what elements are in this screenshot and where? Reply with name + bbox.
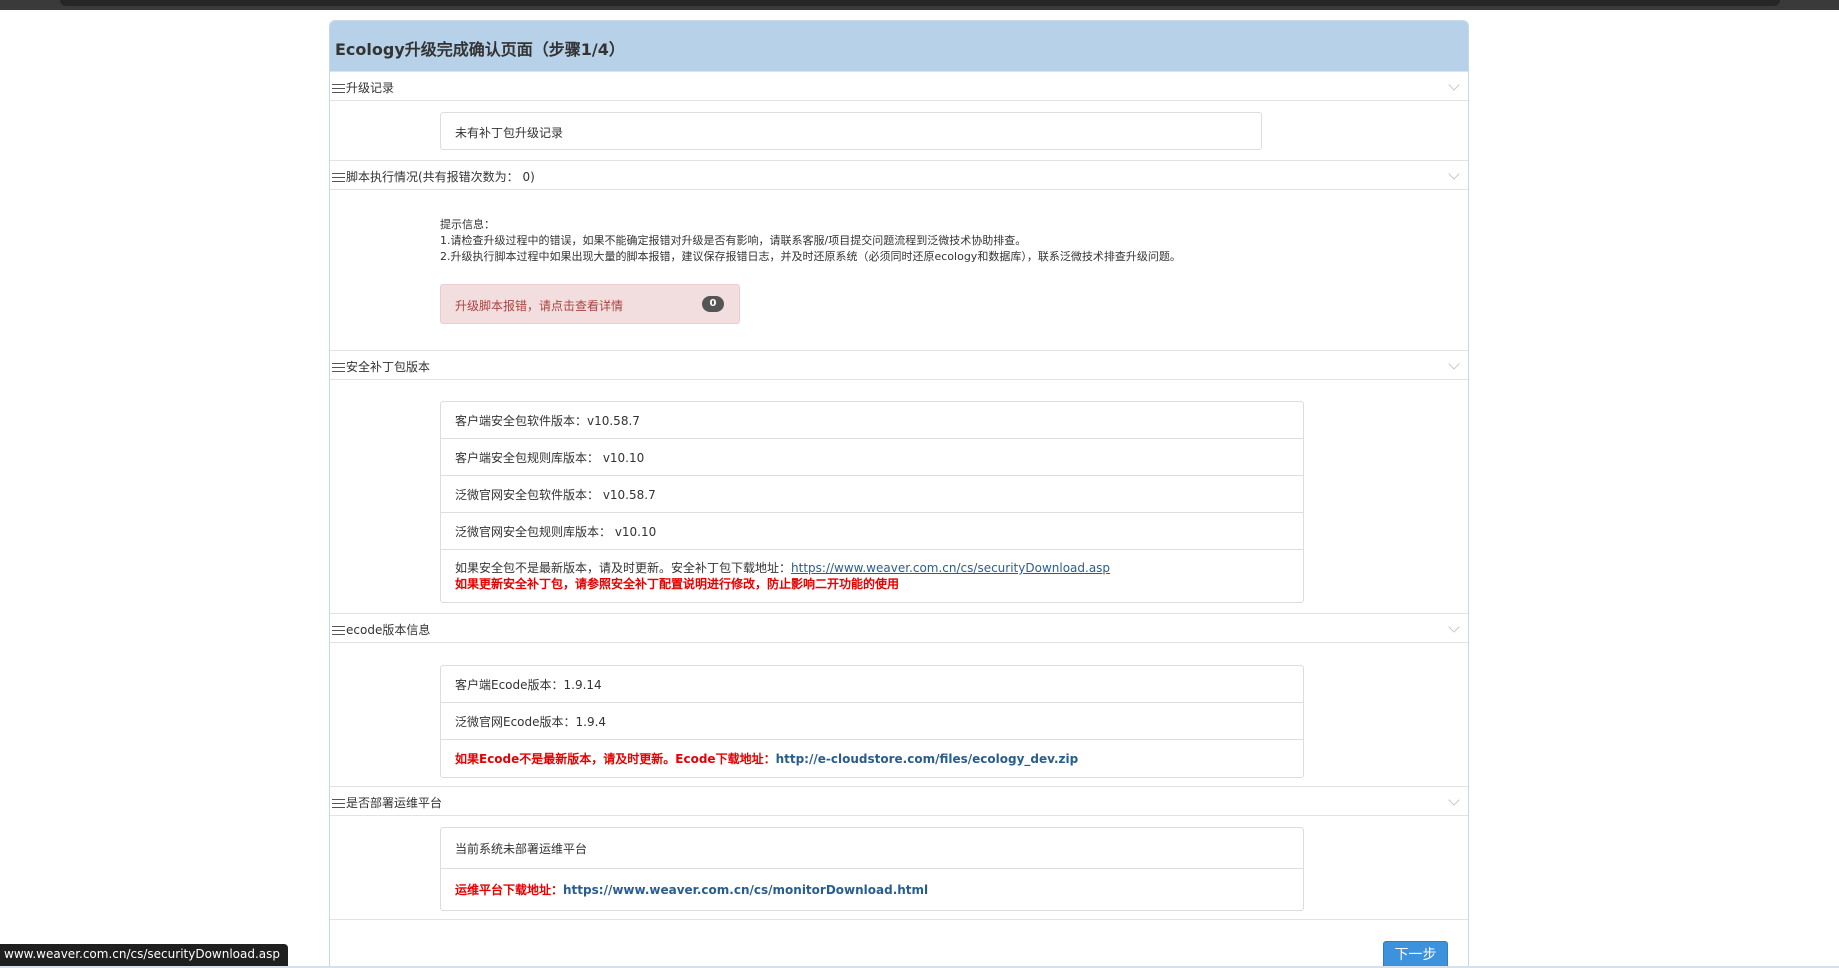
ops-download-link[interactable]: https://www.weaver.com.cn/cs/monitorDown… [563,883,928,897]
upgrade-record-box: 未有补丁包升级记录 [440,112,1262,150]
footer-divider [330,919,1468,920]
list-item: 客户端Ecode版本：1.9.14 [441,666,1303,703]
list-item: 客户端安全包软件版本：v10.58.7 [441,402,1303,439]
error-count-badge: 0 [702,296,724,312]
section-header-security-patch[interactable]: 安全补丁包版本 [330,350,1468,380]
menu-lines-icon [332,626,345,635]
browser-top-bar-inner [60,0,1780,6]
list-item: 客户端安全包规则库版本： v10.10 [441,439,1303,476]
upgrade-record-text: 未有补丁包升级记录 [455,126,564,140]
browser-top-bar [0,0,1839,10]
list-item: 泛微官网Ecode版本：1.9.4 [441,703,1303,740]
menu-lines-icon [332,363,345,372]
list-item: 泛微官网安全包规则库版本： v10.10 [441,513,1303,550]
section-header-ops-platform[interactable]: 是否部署运维平台 [330,786,1468,816]
ecode-box: 客户端Ecode版本：1.9.14 泛微官网Ecode版本：1.9.4 如果Ec… [440,665,1304,778]
menu-lines-icon [332,84,345,93]
ecode-download-link[interactable]: http://e-cloudstore.com/files/ecology_de… [776,752,1079,766]
upgrade-confirm-panel: Ecology升级完成确认页面（步骤1/4） 升级记录 未有补丁包升级记录 脚本… [329,20,1469,968]
tips-line: 提示信息： [440,218,495,231]
menu-lines-icon [332,799,345,808]
section-title: 安全补丁包版本 [346,360,431,374]
section-title: 脚本执行情况(共有报错次数为： 0) [346,170,535,184]
section-header-ecode[interactable]: ecode版本信息 [330,613,1468,643]
ops-status-row: 当前系统未部署运维平台 [441,828,1303,869]
script-error-alert[interactable]: 升级脚本报错，请点击查看详情 0 [440,284,740,324]
ops-download-row: 运维平台下载地址：https://www.weaver.com.cn/cs/mo… [441,869,1303,910]
menu-lines-icon [332,173,345,182]
security-warning-text: 如果更新安全补丁包，请参照安全补丁配置说明进行修改，防止影响二开功能的使用 [455,577,900,591]
script-error-label: 升级脚本报错，请点击查看详情 [455,299,624,313]
ecode-notice-row: 如果Ecode不是最新版本，请及时更新。Ecode下载地址：http://e-c… [441,740,1303,777]
ops-platform-box: 当前系统未部署运维平台 运维平台下载地址：https://www.weaver.… [440,827,1304,911]
chevron-down-icon[interactable] [1448,621,1460,633]
status-bar-url: www.weaver.com.cn/cs/securityDownload.as… [0,944,289,966]
list-item: 泛微官网安全包软件版本： v10.58.7 [441,476,1303,513]
next-step-button[interactable]: 下一步 [1383,941,1448,968]
chevron-down-icon[interactable] [1448,358,1460,370]
section-header-script-execution[interactable]: 脚本执行情况(共有报错次数为： 0) [330,160,1468,190]
section-title: 升级记录 [346,81,395,95]
ecode-notice-text: 如果Ecode不是最新版本，请及时更新。Ecode下载地址： [455,752,776,766]
section-title: ecode版本信息 [346,623,431,637]
chevron-down-icon[interactable] [1448,168,1460,180]
security-download-link[interactable]: https://www.weaver.com.cn/cs/securityDow… [791,561,1110,575]
chevron-down-icon[interactable] [1448,794,1460,806]
ops-download-label: 运维平台下载地址： [455,883,564,897]
chevron-down-icon[interactable] [1448,79,1460,91]
security-patch-box: 客户端安全包软件版本：v10.58.7 客户端安全包规则库版本： v10.10 … [440,401,1304,603]
security-notice-text: 如果安全包不是最新版本，请及时更新。安全补丁包下载地址： [455,561,792,575]
tips-line: 1.请检查升级过程中的错误，如果不能确定报错对升级是否有影响，请联系客服/项目提… [440,234,1027,247]
tips-block: 提示信息： 1.请检查升级过程中的错误，如果不能确定报错对升级是否有影响，请联系… [440,217,1181,265]
section-title: 是否部署运维平台 [346,796,443,810]
tips-line: 2.升级执行脚本过程中如果出现大量的脚本报错，建议保存报错日志，并及时还原系统（… [440,250,1181,263]
security-notice-row: 如果安全包不是最新版本，请及时更新。安全补丁包下载地址：https://www.… [441,550,1303,602]
section-header-upgrade-record[interactable]: 升级记录 [330,71,1468,101]
page-title: Ecology升级完成确认页面（步骤1/4） [330,21,1468,71]
